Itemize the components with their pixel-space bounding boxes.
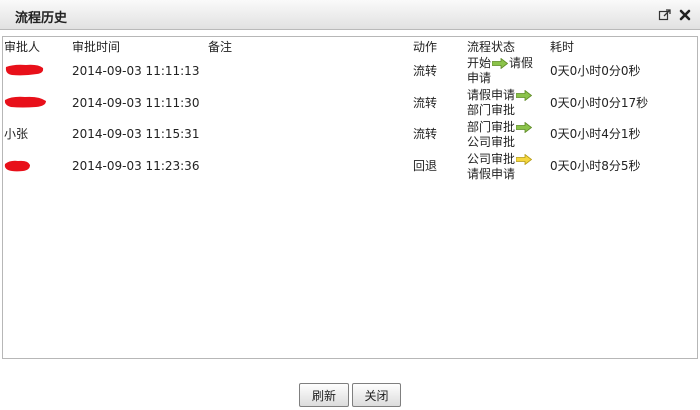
column-header-duration: 耗时 <box>550 40 575 54</box>
redacted-approver <box>4 96 46 108</box>
duration: 0天0小时4分1秒 <box>550 127 641 141</box>
action-label: 流转 <box>413 96 438 110</box>
duration: 0天0小时0分17秒 <box>550 96 649 110</box>
column-header-note: 备注 <box>208 40 233 54</box>
duration: 0天0小时8分5秒 <box>550 159 641 173</box>
approver-name: 小张 <box>4 127 29 141</box>
process-history-dialog: 流程历史 审批人 审批时间 备注 动作 流程状态 耗时 2014-09-03 1… <box>0 0 700 410</box>
arrow-right-icon <box>516 122 533 133</box>
state-to: 公司审批 <box>467 135 516 149</box>
column-header-action: 动作 <box>413 40 438 54</box>
redacted-approver <box>4 160 31 172</box>
arrow-right-icon <box>516 154 533 165</box>
flow-state: 请假申请部门审批 <box>467 88 540 118</box>
dialog-titlebar: 流程历史 <box>0 0 700 30</box>
history-table: 审批人 审批时间 备注 动作 流程状态 耗时 2014-09-03 11:11:… <box>2 36 698 359</box>
state-from: 开始 <box>467 56 492 70</box>
state-from: 部门审批 <box>467 120 516 134</box>
close-icon[interactable] <box>678 8 692 22</box>
redacted-approver <box>5 64 44 76</box>
column-header-approver: 审批人 <box>4 40 41 54</box>
close-button[interactable]: 关闭 <box>352 383 401 407</box>
approval-time: 2014-09-03 11:11:30 <box>72 96 200 110</box>
column-header-time: 审批时间 <box>72 40 121 54</box>
dialog-footer: 刷新 关闭 <box>0 380 700 410</box>
state-from: 公司审批 <box>467 152 516 166</box>
column-header-state: 流程状态 <box>467 40 516 54</box>
state-from: 请假申请 <box>467 88 516 102</box>
flow-state: 部门审批公司审批 <box>467 120 540 150</box>
duration: 0天0小时0分0秒 <box>550 64 641 78</box>
state-to: 请假申请 <box>467 167 516 181</box>
approval-time: 2014-09-03 11:11:13 <box>72 64 200 78</box>
refresh-button[interactable]: 刷新 <box>299 383 349 407</box>
arrow-right-icon <box>492 58 509 69</box>
approval-time: 2014-09-03 11:23:36 <box>72 159 200 173</box>
flow-state: 公司审批请假申请 <box>467 152 540 182</box>
dialog-title: 流程历史 <box>15 11 68 26</box>
approval-time: 2014-09-03 11:15:31 <box>72 127 200 141</box>
state-to: 部门审批 <box>467 103 516 117</box>
action-label: 流转 <box>413 64 438 78</box>
action-label: 回退 <box>413 159 438 173</box>
action-label: 流转 <box>413 127 438 141</box>
flow-state: 开始 请假申请 <box>467 56 540 86</box>
arrow-right-icon <box>516 90 533 101</box>
popout-icon[interactable] <box>658 8 672 22</box>
